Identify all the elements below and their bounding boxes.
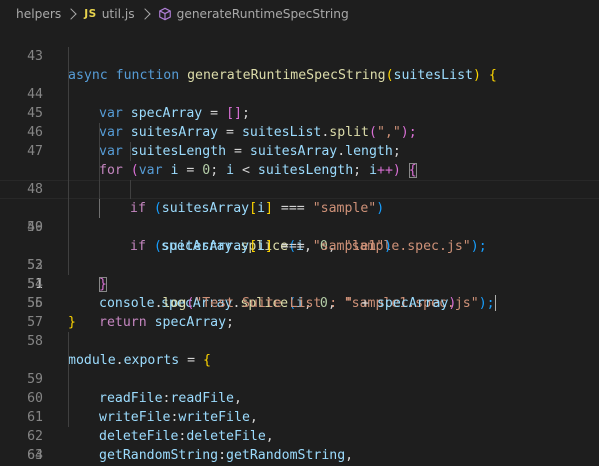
indent-guide [68, 161, 69, 180]
code-line[interactable]: 49 specArray.splice(i, 0, "sample.spec.j… [0, 142, 599, 254]
code-text: getRandomString:getRandomString, [99, 446, 353, 465]
breadcrumb-file[interactable]: util.js [102, 7, 135, 21]
code-line-current[interactable]: 51 specArray.splice(i, 0, "sample1.spec.… [0, 180, 599, 311]
method-cube-icon [158, 7, 172, 21]
javascript-file-icon: JS [84, 7, 97, 20]
token-variable: getRandomString [226, 448, 346, 463]
chevron-right-icon [65, 7, 77, 20]
code-line[interactable]: 47 for (var i = 0; i < suitesLength; i++… [0, 104, 599, 178]
code-line[interactable]: 52 [0, 199, 599, 273]
indent-guide [68, 47, 69, 66]
indent-guide [68, 256, 69, 275]
code-line[interactable]: 57 [0, 294, 599, 330]
code-line[interactable]: 45 var suitesArray = suitesList.split(",… [0, 66, 599, 140]
code-line[interactable]: 56 } [0, 275, 599, 330]
indent-guide [99, 180, 100, 199]
code-line[interactable]: 61 deleteFile:deleteFile, [0, 370, 599, 444]
breadcrumb: helpers JS util.js generateRuntimeSpecSt… [0, 0, 599, 27]
code-line[interactable]: 46 var suitesLength = suitesArray.length… [0, 85, 599, 159]
current-line-highlight [0, 180, 599, 199]
indent-guide [68, 66, 69, 85]
indent-guide [130, 142, 131, 161]
code-line[interactable]: 60 writeFile:writeFile, [0, 351, 599, 425]
indent-guide [68, 142, 69, 161]
code-line[interactable]: 64 } [0, 427, 599, 463]
indent-guide [68, 199, 69, 218]
code-line[interactable]: 63 generateRuntimeSpecString:generateRun… [0, 408, 599, 463]
indent-guide [68, 180, 69, 199]
code-line[interactable]: 48 if (suitesArray[i] === "sample") [0, 123, 599, 216]
indent-guide [68, 332, 69, 351]
indent-guide [68, 123, 69, 142]
code-area[interactable]: 43 async function generateRuntimeSpecStr… [0, 28, 599, 463]
indent-guide [68, 237, 69, 256]
indent-guide [68, 351, 69, 370]
indent-guide [130, 180, 131, 199]
token-punct: , [345, 448, 354, 463]
indent-guide [68, 389, 69, 408]
line-number: 64 [27, 448, 43, 463]
indent-guide [99, 161, 100, 180]
chevron-right-icon [138, 7, 151, 20]
indent-guide [68, 218, 69, 237]
token-property: getRandomString [99, 448, 219, 463]
code-line[interactable]: 54 console.log("Test Suite List : " + sp… [0, 237, 599, 311]
token-punct: : [218, 448, 227, 463]
indent-guide [68, 408, 69, 427]
code-line[interactable]: 62 getRandomString:getRandomString, [0, 389, 599, 463]
code-line[interactable]: 43 async function generateRuntimeSpecStr… [0, 28, 599, 83]
code-editor[interactable]: helpers JS util.js generateRuntimeSpecSt… [0, 0, 599, 466]
code-line[interactable]: 59 readFile:readFile, [0, 332, 599, 406]
indent-guide [99, 123, 100, 142]
breadcrumb-folder[interactable]: helpers [16, 7, 61, 21]
indent-guide [68, 104, 69, 123]
code-line[interactable]: 44 var specArray = []; [0, 47, 599, 121]
code-line[interactable]: 53 } [0, 218, 599, 292]
indent-guide [99, 142, 100, 161]
indent-guide [68, 85, 69, 104]
indent-guide-active [99, 199, 100, 218]
breadcrumb-symbol[interactable]: generateRuntimeSpecString [177, 7, 349, 21]
code-line[interactable]: 58 module.exports = { [0, 313, 599, 368]
code-line[interactable]: 50 if (suitesArray[i] === "sample1") [0, 161, 599, 254]
indent-guide [68, 370, 69, 389]
code-line[interactable]: 55 return specArray; [0, 256, 599, 330]
